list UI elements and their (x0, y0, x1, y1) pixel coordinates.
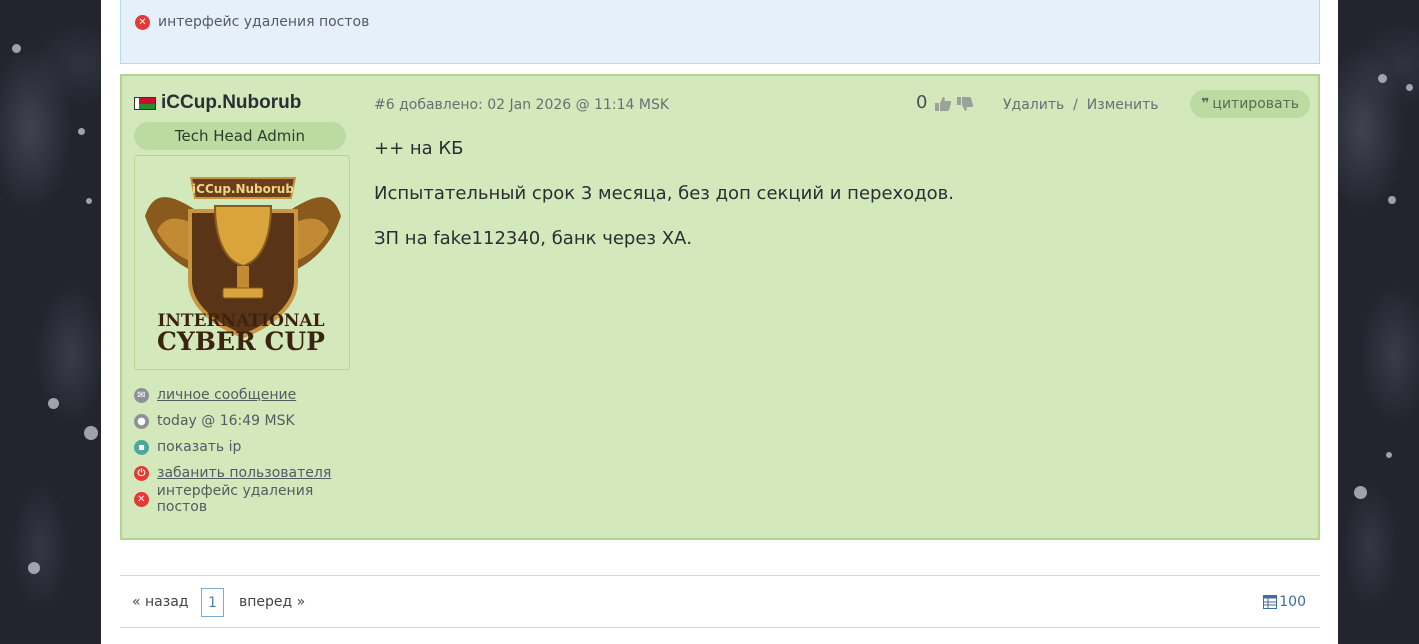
current-page[interactable]: 1 (201, 588, 224, 617)
thumbs-down-icon[interactable] (956, 96, 974, 112)
power-icon: ⏻ (134, 465, 149, 481)
per-page-selector[interactable]: 100 (1263, 594, 1306, 610)
user-info-column: iCCup.Nuborub Tech Head Admin iCCup.Nubo… (134, 90, 364, 515)
avatar-top-text: iCCup.Nuborub (192, 182, 294, 196)
previous-post-tail: ✕ интерфейс удаления постов (120, 0, 1320, 64)
prev-page-link[interactable]: « назад (132, 594, 188, 610)
post-score: 0 (916, 92, 928, 113)
delete-posts-link-row[interactable]: ✕ интерфейс удаления постов (135, 9, 369, 35)
delete-button[interactable]: Удалить (1003, 97, 1064, 113)
avatar-bottom-text-2: CYBER CUP (157, 327, 325, 356)
right-background (1338, 0, 1419, 644)
post-line: ЗП на fake112340, банк через ХА. (374, 228, 693, 249)
username-row: iCCup.Nuborub (134, 90, 364, 116)
post-meta: #6 добавлено: 02 Jan 2026 @ 11:14 MSK (374, 97, 670, 113)
post-header: #6 добавлено: 02 Jan 2026 @ 11:14 MSK 0 … (374, 90, 1310, 120)
edit-button[interactable]: Изменить (1087, 97, 1159, 113)
post-line: ++ на КБ (374, 138, 464, 159)
avatar: iCCup.Nuborub INTERNATIONAL CYBER CUP (134, 155, 350, 370)
post-actions: Удалить / Изменить (1003, 97, 1159, 113)
last-seen: today @ 16:49 MSK (157, 413, 295, 429)
pm-link[interactable]: личное сообщение (157, 387, 296, 403)
delete-icon: ✕ (134, 491, 149, 507)
delete-posts-link[interactable]: интерфейс удаления постов (158, 14, 369, 30)
user-role-badge: Tech Head Admin (134, 122, 346, 150)
cup-logo-icon: iCCup.Nuborub INTERNATIONAL CYBER CUP (145, 177, 341, 356)
clock-icon: ● (134, 413, 149, 429)
show-ip-row[interactable]: ▪ показать ip (134, 434, 364, 460)
per-page-value: 100 (1279, 594, 1306, 610)
actions-separator: / (1073, 97, 1078, 113)
delete-posts-row[interactable]: ✕ интерфейс удаления постов (134, 483, 364, 515)
thumbs-up-icon[interactable] (934, 96, 952, 112)
flag-icon (134, 96, 156, 110)
delete-icon: ✕ (135, 14, 150, 30)
quote-label: цитировать (1212, 96, 1299, 112)
post-line: Испытательный срок 3 месяца, без доп сек… (374, 183, 954, 204)
table-icon (1263, 595, 1278, 609)
forum-post: iCCup.Nuborub Tech Head Admin iCCup.Nubo… (120, 74, 1320, 540)
last-seen-row: ● today @ 16:49 MSK (134, 408, 364, 434)
quote-button[interactable]: ❞ цитировать (1190, 90, 1310, 118)
delete-posts-link[interactable]: интерфейс удаления постов (157, 483, 364, 515)
pagination: « назад 1 вперед » 100 (120, 575, 1320, 628)
quote-icon: ❞ (1201, 96, 1210, 112)
ban-user-link[interactable]: забанить пользователя (157, 465, 331, 481)
forum-page: ✕ интерфейс удаления постов iCCup.Nuboru… (101, 0, 1338, 644)
username[interactable]: iCCup.Nuborub (161, 92, 301, 114)
vote-buttons (934, 96, 974, 112)
post-body: ++ на КБ Испытательный срок 3 месяца, бе… (374, 138, 1304, 273)
monitor-icon: ▪ (134, 439, 149, 455)
user-links: ✉ личное сообщение ● today @ 16:49 MSK ▪… (134, 382, 364, 515)
pm-link-row[interactable]: ✉ личное сообщение (134, 382, 364, 408)
left-background (0, 0, 101, 644)
envelope-icon: ✉ (134, 387, 149, 403)
next-page-link[interactable]: вперед » (239, 594, 305, 610)
show-ip-link[interactable]: показать ip (157, 439, 241, 455)
